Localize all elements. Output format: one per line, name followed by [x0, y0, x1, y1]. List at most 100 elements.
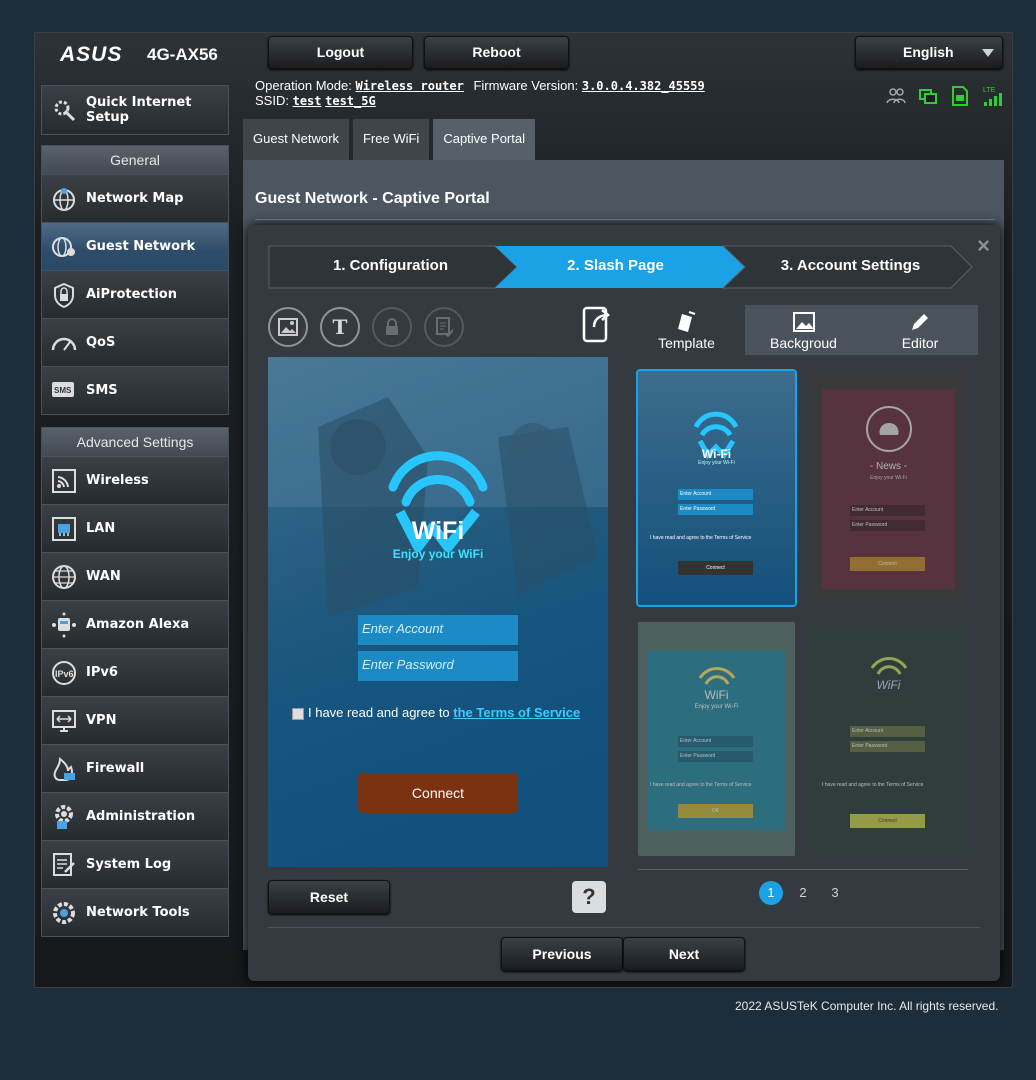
sidebar-item-label: Quick Internet Setup — [86, 95, 192, 125]
mobile-preview-icon[interactable] — [582, 305, 614, 348]
sidebar-item-aiprotection[interactable]: AiProtection — [42, 270, 228, 318]
page-title: Guest Network - Captive Portal — [255, 190, 490, 207]
wizard-steps: 1. Configuration 2. Slash Page 3. Accoun… — [268, 245, 974, 289]
tab-bar: Guest Network Free WiFi Captive Portal — [243, 119, 535, 160]
template-thumb-4[interactable]: WiFi Enter Account Enter Password I have… — [810, 622, 967, 856]
firmware-link[interactable]: 3.0.0.4.382_45559 — [582, 79, 705, 93]
next-button[interactable]: Next — [623, 937, 745, 971]
status-bar: Operation Mode: Wireless router Firmware… — [255, 78, 705, 108]
copyright-footer: 2022 ASUSTeK Computer Inc. All rights re… — [735, 999, 999, 1013]
preview-password-input[interactable]: Enter Password — [358, 651, 518, 681]
network-status-icon[interactable] — [917, 85, 939, 107]
sidebar-item-quick-setup[interactable]: Quick Internet Setup — [42, 86, 228, 134]
preview-account-input[interactable]: Enter Account — [358, 615, 518, 645]
sidebar-item-firewall[interactable]: Firewall — [42, 744, 228, 792]
quick-setup-box[interactable]: Quick Internet Setup — [41, 85, 229, 135]
sms-icon: SMS — [50, 377, 78, 405]
qos-icon — [50, 329, 78, 357]
template-thumb-1[interactable]: Wi-Fi Enjoy your Wi-Fi Enter Account Ent… — [636, 369, 797, 607]
sim-icon[interactable] — [949, 85, 971, 107]
language-value: English — [903, 44, 954, 60]
svg-text:LTE: LTE — [983, 87, 996, 94]
tab-template[interactable]: Template — [628, 305, 745, 355]
network-tools-icon — [50, 899, 78, 927]
model-name: 4G-AX56 — [147, 45, 218, 64]
image-icon — [745, 309, 862, 335]
lock-icon[interactable] — [372, 307, 412, 347]
page-3-button[interactable]: 3 — [823, 881, 847, 905]
chevron-down-icon — [982, 49, 994, 57]
sidebar-item-ipv6[interactable]: IPv6 IPv6 — [42, 648, 228, 696]
sidebar-item-system-log[interactable]: System Log — [42, 840, 228, 888]
sidebar-advanced-header: Advanced Settings — [42, 428, 228, 456]
network-map-icon — [50, 185, 78, 213]
template-icon — [628, 309, 745, 335]
tab-captive-portal[interactable]: Captive Portal — [433, 119, 535, 160]
preview-terms: I have read and agree to the Terms of Se… — [292, 705, 580, 720]
previous-button[interactable]: Previous — [501, 937, 623, 971]
text-icon[interactable]: T — [320, 307, 360, 347]
preview-connect-button[interactable]: Connect — [358, 773, 518, 813]
lte-signal-icon[interactable]: LTE — [981, 85, 1003, 107]
sidebar-item-sms[interactable]: SMS SMS — [42, 366, 228, 414]
image-icon[interactable] — [268, 307, 308, 347]
sidebar-item-vpn[interactable]: VPN — [42, 696, 228, 744]
ipv6-icon: IPv6 — [50, 659, 78, 687]
tab-editor[interactable]: Editor — [862, 305, 978, 355]
template-thumb-3[interactable]: WiFi Enjoy your Wi-Fi Enter Account Ente… — [638, 622, 795, 856]
sidebar-item-qos[interactable]: QoS — [42, 318, 228, 366]
page-1-button[interactable]: 1 — [759, 881, 783, 905]
title-divider — [255, 219, 995, 220]
tab-guest-network[interactable]: Guest Network — [243, 119, 349, 160]
sidebar-item-network-tools[interactable]: Network Tools — [42, 888, 228, 936]
sidebar-item-guest-network[interactable]: Guest Network — [42, 222, 228, 270]
page-2-button[interactable]: 2 — [791, 881, 815, 905]
template-thumb-2[interactable]: - News - Enjoy your Wi-Fi Enter Account … — [810, 371, 967, 605]
terms-link[interactable]: the Terms of Service — [453, 705, 580, 720]
tab-free-wifi[interactable]: Free WiFi — [352, 119, 430, 160]
sidebar-item-wan[interactable]: WAN — [42, 552, 228, 600]
close-icon[interactable]: × — [977, 233, 990, 259]
administration-icon — [50, 803, 78, 831]
vpn-icon — [50, 707, 78, 735]
sidebar-general-header: General — [42, 146, 228, 174]
logout-button[interactable]: Logout — [268, 36, 413, 69]
pencil-icon — [862, 309, 978, 335]
sidebar-item-administration[interactable]: Administration — [42, 792, 228, 840]
wireless-icon — [50, 467, 78, 495]
asus-logo: ASUS — [60, 43, 123, 66]
guest-network-icon — [50, 233, 78, 261]
step-configuration[interactable]: 1. Configuration — [268, 245, 513, 289]
reset-button[interactable]: Reset — [268, 880, 390, 914]
preview-subtitle: Enjoy your WiFi — [392, 547, 484, 561]
sidebar-item-network-map[interactable]: Network Map — [42, 174, 228, 222]
svg-text:SMS: SMS — [54, 386, 72, 395]
help-icon[interactable]: ? — [572, 881, 606, 913]
quick-setup-icon — [50, 96, 78, 124]
tab-background[interactable]: Backgroud — [745, 305, 862, 355]
step-slash-page[interactable]: 2. Slash Page — [513, 245, 718, 289]
language-select[interactable]: English — [855, 36, 1003, 69]
footer-divider — [268, 927, 980, 928]
firewall-icon — [50, 755, 78, 783]
splash-preview: WiFi Enjoy your WiFi Enter Account Enter… — [268, 357, 608, 867]
terms-icon[interactable] — [424, 307, 464, 347]
clients-icon[interactable] — [885, 85, 907, 107]
sidebar-item-amazon-alexa[interactable]: Amazon Alexa — [42, 600, 228, 648]
ssid-link-1[interactable]: test — [293, 94, 322, 108]
terms-checkbox[interactable] — [292, 707, 304, 720]
step-account-settings[interactable]: 3. Account Settings — [738, 245, 963, 289]
sidebar-item-wireless[interactable]: Wireless — [42, 456, 228, 504]
sidebar-item-lan[interactable]: LAN — [42, 504, 228, 552]
template-grid: Wi-Fi Enjoy your Wi-Fi Enter Account Ent… — [628, 355, 978, 915]
lan-icon — [50, 515, 78, 543]
editor-toolbar: T — [268, 307, 464, 347]
status-icons: LTE — [885, 85, 1003, 107]
template-pagination: 1 2 3 — [628, 881, 978, 905]
reboot-button[interactable]: Reboot — [424, 36, 569, 69]
system-log-icon — [50, 851, 78, 879]
op-mode-link[interactable]: Wireless router — [355, 79, 463, 93]
ssid-link-2[interactable]: test_5G — [325, 94, 376, 108]
aiprotection-icon — [50, 281, 78, 309]
preview-wifi-title: WiFi — [411, 517, 465, 545]
